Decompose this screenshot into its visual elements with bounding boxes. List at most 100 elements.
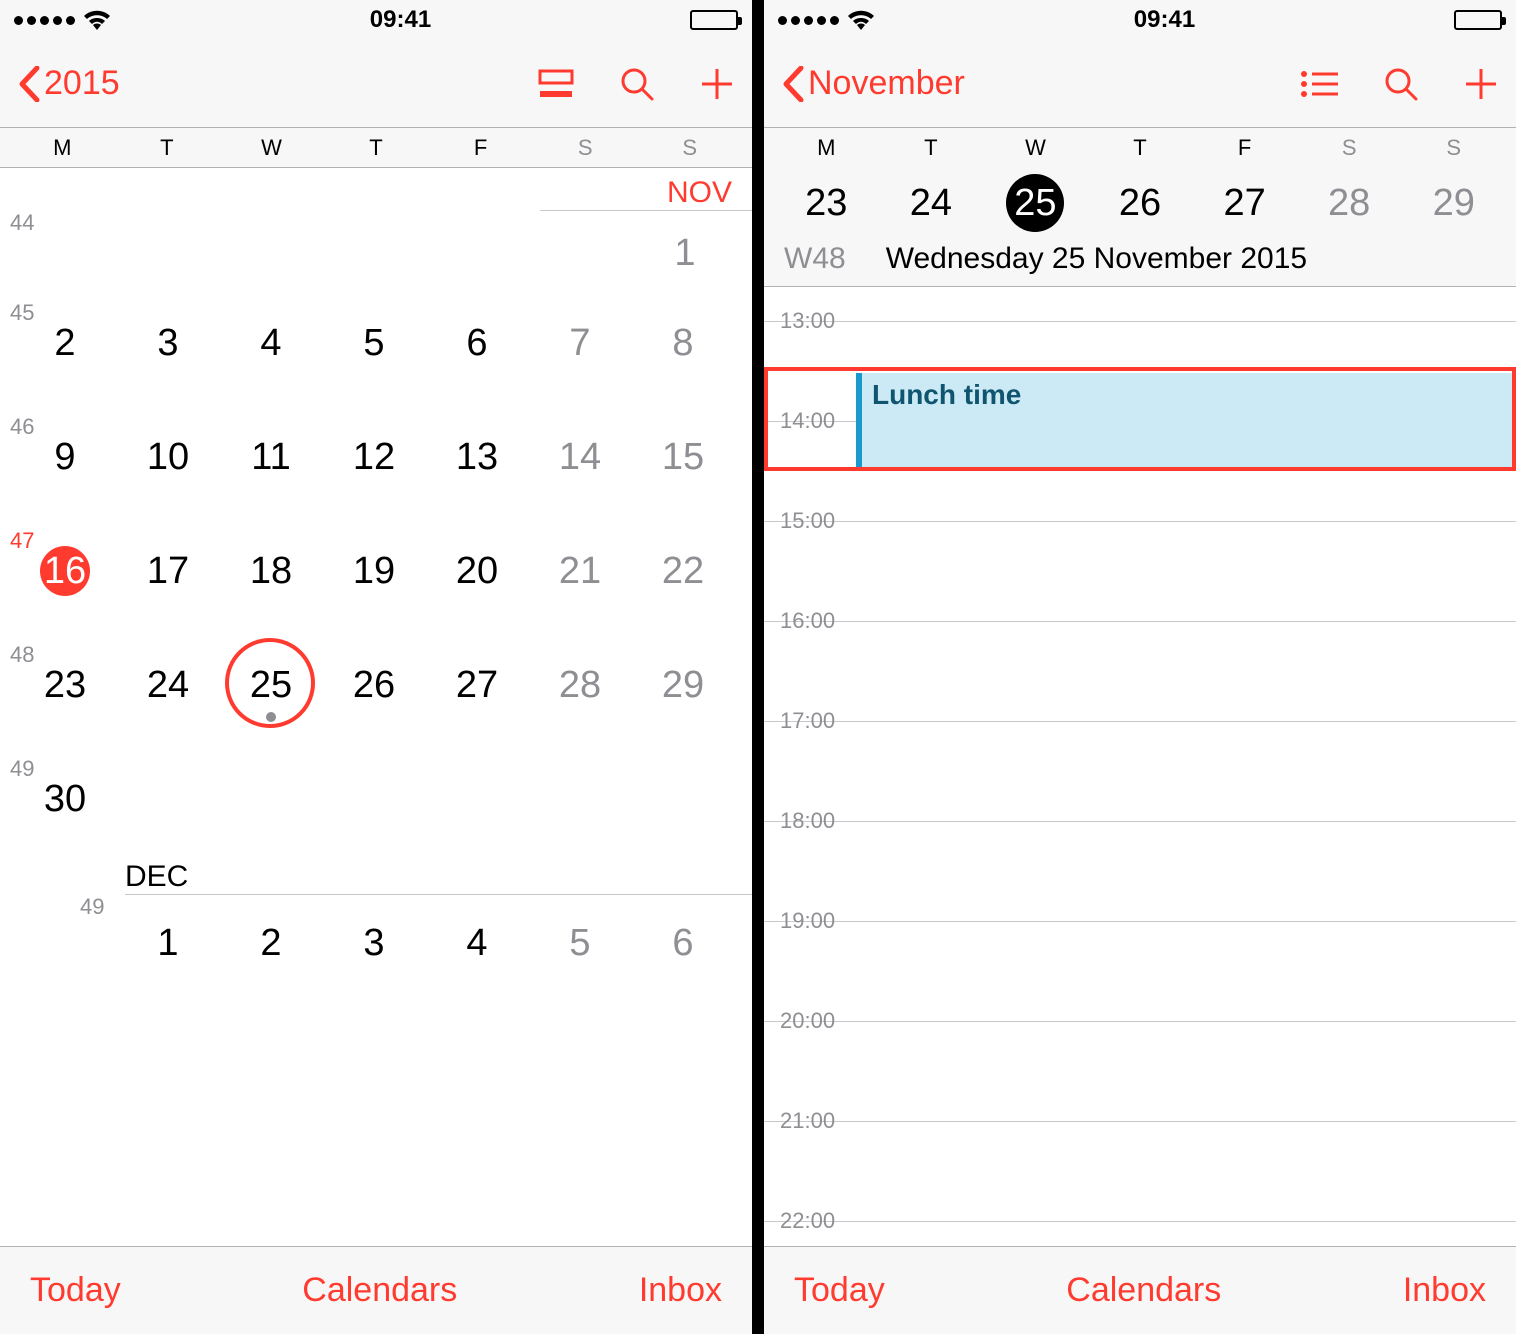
- day-2[interactable]: 2: [40, 318, 90, 368]
- day-29[interactable]: 29: [658, 660, 708, 710]
- plus-icon: [1464, 67, 1498, 101]
- day-schedule[interactable]: 13:00 14:00 15:00 16:00 17:00 18:00 19:0…: [764, 287, 1516, 1246]
- day-dec6[interactable]: 6: [658, 918, 708, 968]
- status-time: 09:41: [1134, 6, 1195, 34]
- search-button[interactable]: [1384, 67, 1418, 101]
- day-23[interactable]: 23: [40, 660, 90, 710]
- strip-day-25-selected[interactable]: 25: [983, 174, 1088, 232]
- week-number: 44: [10, 210, 34, 236]
- battery-icon: [690, 10, 738, 30]
- view-toggle-button[interactable]: [538, 69, 574, 99]
- day-30[interactable]: 30: [40, 774, 90, 824]
- back-button[interactable]: November: [782, 64, 965, 103]
- status-time: 09:41: [370, 6, 431, 34]
- add-button[interactable]: [700, 67, 734, 101]
- chevron-left-icon: [782, 66, 804, 102]
- day-20[interactable]: 20: [452, 546, 502, 596]
- day-5[interactable]: 5: [349, 318, 399, 368]
- day-1[interactable]: 1: [660, 228, 710, 278]
- weekday-t2: T: [1088, 135, 1193, 161]
- weekday-m: M: [774, 135, 879, 161]
- day-24[interactable]: 24: [143, 660, 193, 710]
- day-17[interactable]: 17: [143, 546, 193, 596]
- day-28[interactable]: 28: [555, 660, 605, 710]
- status-bar: 09:41: [0, 0, 752, 40]
- day-10[interactable]: 10: [143, 432, 193, 482]
- day-11[interactable]: 11: [246, 432, 296, 482]
- signal-dots-icon: [14, 16, 75, 25]
- strip-day-27[interactable]: 27: [1192, 174, 1297, 232]
- inbox-button[interactable]: Inbox: [639, 1271, 722, 1310]
- day-21[interactable]: 21: [555, 546, 605, 596]
- nav-bar: 2015: [0, 40, 752, 128]
- weekday-f: F: [428, 135, 533, 161]
- back-label: 2015: [44, 64, 120, 103]
- inbox-button[interactable]: Inbox: [1403, 1271, 1486, 1310]
- highlight-circle: [225, 638, 315, 728]
- day-9[interactable]: 9: [40, 432, 90, 482]
- strip-day-23[interactable]: 23: [774, 174, 879, 232]
- strip-day-29[interactable]: 29: [1401, 174, 1506, 232]
- search-button[interactable]: [620, 67, 654, 101]
- day-27[interactable]: 27: [452, 660, 502, 710]
- weekday-t2: T: [324, 135, 429, 161]
- hour-label: 19:00: [780, 908, 835, 934]
- day-dec1[interactable]: 1: [143, 918, 193, 968]
- day-8[interactable]: 8: [658, 318, 708, 368]
- month-label-nov: NOV: [667, 176, 732, 210]
- weekday-s2: S: [637, 135, 742, 161]
- strip-day-26[interactable]: 26: [1088, 174, 1193, 232]
- day-6[interactable]: 6: [452, 318, 502, 368]
- day-7[interactable]: 7: [555, 318, 605, 368]
- month-divider: [540, 210, 752, 211]
- week-number-label: W48: [784, 242, 846, 276]
- week-number: 45: [10, 300, 34, 326]
- strip-day-28[interactable]: 28: [1297, 174, 1402, 232]
- hour-label: 16:00: [780, 608, 835, 634]
- day-14[interactable]: 14: [555, 432, 605, 482]
- back-button[interactable]: 2015: [18, 64, 120, 103]
- day-dec3[interactable]: 3: [349, 918, 399, 968]
- day-19[interactable]: 19: [349, 546, 399, 596]
- stack-icon: [538, 69, 574, 99]
- today-button[interactable]: Today: [30, 1271, 121, 1310]
- calendars-button[interactable]: Calendars: [302, 1271, 457, 1310]
- hour-label: 18:00: [780, 808, 835, 834]
- search-icon: [620, 67, 654, 101]
- nav-bar: November: [764, 40, 1516, 128]
- week-number: 49: [10, 756, 34, 782]
- week-number: 49: [80, 894, 104, 920]
- week-number-current: 47: [10, 528, 34, 554]
- date-subheader: W48 Wednesday 25 November 2015: [764, 236, 1516, 287]
- day-15[interactable]: 15: [658, 432, 708, 482]
- day-18[interactable]: 18: [246, 546, 296, 596]
- day-26[interactable]: 26: [349, 660, 399, 710]
- day-dec4[interactable]: 4: [452, 918, 502, 968]
- day-view-screen: 09:41 November M: [764, 0, 1516, 1334]
- list-icon: [1300, 70, 1338, 98]
- back-label: November: [808, 64, 965, 103]
- day-12[interactable]: 12: [349, 432, 399, 482]
- day-dec2[interactable]: 2: [246, 918, 296, 968]
- bottom-toolbar: Today Calendars Inbox: [764, 1246, 1516, 1334]
- strip-day-24[interactable]: 24: [879, 174, 984, 232]
- weekday-s2: S: [1401, 135, 1506, 161]
- day-22[interactable]: 22: [658, 546, 708, 596]
- day-3[interactable]: 3: [143, 318, 193, 368]
- hour-label: 15:00: [780, 508, 835, 534]
- list-toggle-button[interactable]: [1300, 70, 1338, 98]
- day-13[interactable]: 13: [452, 432, 502, 482]
- weekday-header: M T W T F S S: [0, 128, 752, 168]
- today-button[interactable]: Today: [794, 1271, 885, 1310]
- signal-dots-icon: [778, 16, 839, 25]
- week-number: 48: [10, 642, 34, 668]
- day-dec5[interactable]: 5: [555, 918, 605, 968]
- calendars-button[interactable]: Calendars: [1066, 1271, 1221, 1310]
- battery-icon: [1454, 10, 1502, 30]
- day-4[interactable]: 4: [246, 318, 296, 368]
- wifi-icon: [847, 10, 875, 30]
- add-button[interactable]: [1464, 67, 1498, 101]
- month-grid[interactable]: NOV 44 1 45 2 3 4 5 6 7 8 46 9 10 11 12 …: [0, 168, 752, 1246]
- day-16-today[interactable]: 16: [40, 546, 90, 596]
- weekday-s: S: [533, 135, 638, 161]
